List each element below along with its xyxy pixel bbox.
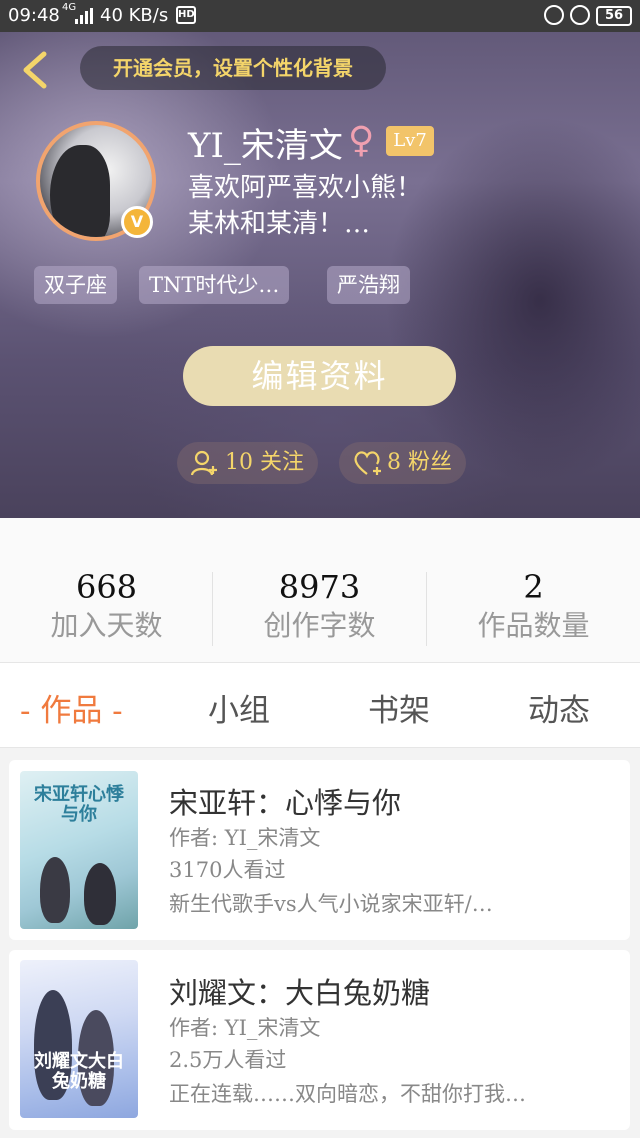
book-cover[interactable]: 刘耀文大白兔奶糖 [20, 960, 138, 1118]
work-description: 正在连载……双向暗恋，不甜你打我… [169, 1082, 526, 1106]
work-title[interactable]: 刘耀文：大白兔奶糖 [169, 970, 430, 1012]
tab-activity[interactable]: 动态 [528, 685, 590, 730]
lock-rotation-icon [544, 5, 564, 25]
stat-word-count: 8973 创作字数 [213, 568, 426, 644]
bio-line-1: 喜欢阿严喜欢小熊！ [188, 173, 423, 203]
work-description: 新生代歌手vs人气小说家宋亚轩/… [169, 892, 493, 916]
signal-icon [75, 8, 93, 24]
hd-icon: HD [176, 6, 196, 24]
edit-profile-button[interactable]: 编辑资料 [183, 346, 456, 406]
work-card[interactable]: 宋亚轩心悸与你 宋亚轩：心悸与你 作者: YI_宋清文 3170人看过 新生代歌… [9, 760, 630, 940]
profile-tag[interactable]: 严浩翔 [327, 266, 410, 304]
female-gender-icon: ♀ [348, 120, 375, 161]
work-author: 作者: YI_宋清文 [169, 1016, 321, 1040]
followers-count: 8 粉丝 [387, 450, 452, 475]
followers-button[interactable]: 8 粉丝 [339, 442, 466, 484]
work-card[interactable]: 刘耀文大白兔奶糖 刘耀文：大白兔奶糖 作者: YI_宋清文 2.5万人看过 正在… [9, 950, 630, 1130]
work-author: 作者: YI_宋清文 [169, 826, 321, 850]
stat-label: 创作字数 [263, 609, 376, 642]
work-views: 2.5万人看过 [169, 1048, 287, 1072]
profile-tag[interactable]: 双子座 [34, 266, 117, 304]
following-button[interactable]: 10 关注 [177, 442, 318, 484]
work-title[interactable]: 宋亚轩：心悸与你 [169, 780, 401, 822]
cover-title-text: 刘耀文大白兔奶糖 [34, 1051, 124, 1092]
book-cover[interactable]: 宋亚轩心悸与你 [20, 771, 138, 929]
following-count: 10 关注 [225, 450, 304, 475]
alarm-icon [570, 5, 590, 25]
stat-value: 8973 [278, 568, 361, 606]
stat-works-count: 2 作品数量 [427, 568, 640, 644]
cover-title-text: 宋亚轩心悸与你 [34, 784, 124, 825]
back-arrow-icon[interactable] [18, 50, 52, 90]
stat-label: 作品数量 [477, 609, 590, 642]
cover-figure [84, 863, 116, 925]
profile-tag[interactable]: TNT时代少… [139, 266, 290, 304]
level-badge: Lv7 [386, 126, 434, 156]
stat-value: 2 [523, 568, 544, 606]
stat-join-days: 668 加入天数 [0, 568, 213, 644]
verified-badge-icon: V [121, 206, 153, 238]
cover-figure [40, 857, 70, 923]
tab-bar: - 作品 - 小组 书架 动态 [0, 662, 640, 748]
username: YI_宋清文 [188, 126, 343, 166]
status-time: 09:48 [8, 5, 60, 26]
work-views: 3170人看过 [169, 858, 286, 882]
network-speed: 40 KB/s [100, 5, 169, 26]
tab-works[interactable]: - 作品 - [20, 685, 123, 730]
heart-plus-icon [354, 451, 381, 475]
bio: 喜欢阿严喜欢小熊！ 某林和某清！… [188, 170, 422, 242]
add-user-icon [191, 450, 217, 476]
stat-label: 加入天数 [50, 609, 163, 642]
tab-bookshelf[interactable]: 书架 [368, 685, 430, 730]
avatar-hair-shape [50, 145, 110, 237]
bio-line-2: 某林和某清！… [188, 209, 371, 239]
tab-group[interactable]: 小组 [208, 685, 270, 730]
vip-background-banner[interactable]: 开通会员，设置个性化背景 [80, 46, 386, 90]
stats-panel: 668 加入天数 8973 创作字数 2 作品数量 [0, 518, 640, 662]
stat-value: 668 [75, 568, 138, 606]
status-bar: 09:48 4G 40 KB/s HD 56 [0, 0, 640, 32]
battery-icon: 56 [596, 6, 632, 26]
